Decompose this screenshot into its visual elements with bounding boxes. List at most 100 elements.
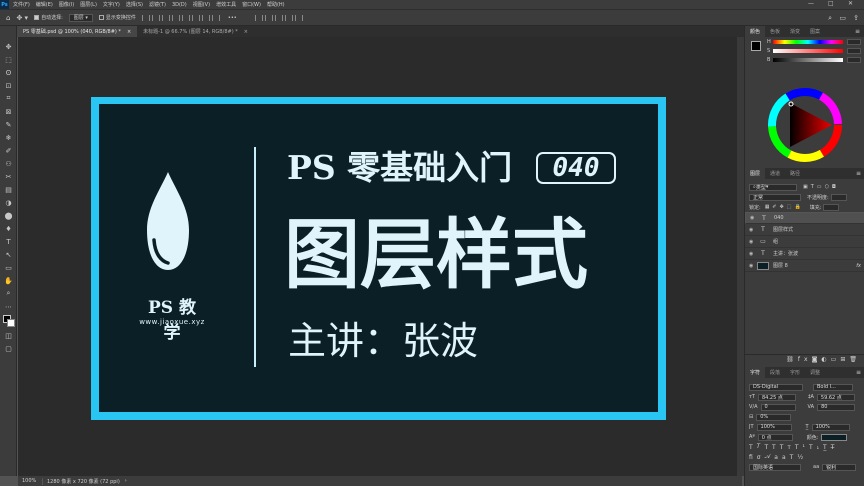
subscript-icon[interactable]: T₁ <box>809 444 823 451</box>
tool-eraser-icon[interactable]: ▤ <box>0 183 17 196</box>
share-icon[interactable]: ⇪ <box>853 14 859 22</box>
layer-row[interactable]: ◉ 图层 8 fx <box>745 260 864 272</box>
all-caps-icon[interactable]: TT <box>764 444 779 451</box>
anti-alias-dropdown[interactable]: 锐利 <box>822 463 857 471</box>
zoom-level[interactable]: 100% <box>22 478 38 484</box>
new-layer-icon[interactable]: ⊞ <box>840 356 849 363</box>
color-swatches[interactable] <box>0 313 16 329</box>
tab-gradients[interactable]: 渐变 <box>785 26 805 37</box>
status-menu-arrow-icon[interactable]: › <box>125 478 127 484</box>
move-tool-icon[interactable]: ✥ ▾ <box>16 14 28 22</box>
tool-eyedropper-icon[interactable]: ✎ <box>0 118 17 131</box>
align-top-icon[interactable] <box>171 14 180 21</box>
3d-mode-icon[interactable] <box>254 14 263 21</box>
panel-menu-icon[interactable]: ≡ <box>855 28 864 35</box>
distribute-icon[interactable] <box>201 14 210 21</box>
tab-paragraph[interactable]: 段落 <box>765 367 785 378</box>
panel-menu-icon[interactable]: ≡ <box>856 369 864 376</box>
text-color-swatch[interactable] <box>821 433 848 441</box>
layer-effects-icon[interactable]: fx <box>856 263 864 269</box>
tool-gradient-icon[interactable]: ◑ <box>0 196 17 209</box>
distribute-vertical-icon[interactable] <box>211 14 220 21</box>
tool-lasso-icon[interactable]: ʘ <box>0 66 17 79</box>
tool-stamp-icon[interactable]: ⚇ <box>0 157 17 170</box>
align-right-icon[interactable] <box>161 14 170 21</box>
close-tab-icon[interactable]: × <box>244 29 248 35</box>
tab-ps-document[interactable]: PS 零基础.psd @ 100% (040, RGB/8#) * × <box>17 26 138 37</box>
menu-edit[interactable]: 编辑(E) <box>36 1 53 8</box>
tab-patterns[interactable]: 图案 <box>805 26 825 37</box>
align-center-icon[interactable] <box>151 14 160 21</box>
tool-quick-select-icon[interactable]: ⊡ <box>0 79 17 92</box>
add-style-icon[interactable]: fx <box>798 356 812 363</box>
font-size-input[interactable]: 84.25 点 <box>757 393 796 401</box>
3d-slide-icon[interactable] <box>294 14 303 21</box>
layer-row[interactable]: ◉ T 主讲：张波 <box>745 248 864 260</box>
strikethrough-icon[interactable]: T̶ <box>831 444 839 451</box>
vertical-scale-input[interactable]: 100% <box>756 423 792 431</box>
tool-frame-icon[interactable]: ⊠ <box>0 105 17 118</box>
horizontal-scale-input[interactable]: 100% <box>811 423 850 431</box>
workspace-icon[interactable]: ▭ <box>839 14 846 22</box>
photoshop-logo[interactable]: Ps <box>0 0 9 9</box>
opacity-input[interactable] <box>830 193 847 201</box>
slider-saturation[interactable]: S <box>745 46 864 55</box>
menu-image[interactable]: 图像(I) <box>59 1 74 8</box>
tracking-input[interactable]: 80 <box>817 403 856 411</box>
visibility-eye-icon[interactable]: ◉ <box>749 227 757 233</box>
saturation-track[interactable] <box>773 48 843 53</box>
small-caps-icon[interactable]: Tᴛ <box>780 444 795 451</box>
menu-file[interactable]: 文件(F) <box>13 1 30 8</box>
tab-glyphs[interactable]: 字形 <box>785 367 805 378</box>
tab-channels[interactable]: 通道 <box>765 168 785 179</box>
tool-history-brush-icon[interactable]: ✂ <box>0 170 17 183</box>
color-wheel[interactable] <box>768 88 842 162</box>
tool-pen-icon[interactable]: ♦ <box>0 222 17 235</box>
menu-help[interactable]: 帮助(H) <box>267 1 285 8</box>
more-options-button[interactable]: ••• <box>228 15 237 21</box>
filter-kind-dropdown[interactable]: ⌕ 类型 ▾ <box>749 183 797 191</box>
menu-plugins[interactable]: 增效工具 <box>216 1 236 8</box>
slider-brightness[interactable]: B <box>745 55 864 64</box>
slider-hue[interactable]: H <box>745 37 864 46</box>
hue-track[interactable] <box>773 39 843 44</box>
tsume-input[interactable]: 0% <box>756 413 792 421</box>
3d-pan-icon[interactable] <box>284 14 293 21</box>
fraction-icon[interactable]: ½ <box>797 454 807 461</box>
tool-hand-icon[interactable]: ✋ <box>0 274 17 287</box>
panel-menu-icon[interactable]: ≡ <box>856 170 864 177</box>
faux-bold-icon[interactable]: T <box>749 444 757 451</box>
layer-row[interactable]: ◉ ▭ 组 <box>745 236 864 248</box>
search-icon[interactable]: ⌕ <box>828 14 832 23</box>
auto-select-dropdown[interactable]: 图层 ▾ <box>68 13 93 22</box>
tab-swatches[interactable]: 色板 <box>765 26 785 37</box>
add-mask-icon[interactable]: ◙ <box>812 356 822 363</box>
menu-layer[interactable]: 图层(L) <box>80 1 97 8</box>
filter-icons[interactable]: ▣T▭⬡◘ <box>803 184 839 190</box>
tool-marquee-icon[interactable]: ⬚ <box>0 53 17 66</box>
tool-healing-icon[interactable]: ❄ <box>0 131 17 144</box>
auto-select-checkbox[interactable]: 自动选择: <box>34 14 63 21</box>
saturation-value[interactable] <box>847 47 861 54</box>
new-group-icon[interactable]: ▭ <box>831 356 841 363</box>
ordinal-icon[interactable]: σ <box>757 454 765 461</box>
menu-view[interactable]: 视图(V) <box>193 1 210 8</box>
tab-untitled-document[interactable]: 未标题-1 @ 66.7% (图层 14, RGB/8#) * × <box>137 26 254 37</box>
delete-layer-icon[interactable]: 🗑 <box>849 356 861 363</box>
language-dropdown[interactable]: 国际英语 <box>749 463 801 471</box>
tool-more-icon[interactable]: ⋯ <box>0 300 17 313</box>
font-family-dropdown[interactable]: DS-Digital <box>749 383 803 391</box>
3d-roll-icon[interactable] <box>274 14 283 21</box>
visibility-eye-icon[interactable]: ◉ <box>749 263 757 269</box>
brightness-value[interactable] <box>847 56 861 63</box>
tool-zoom-icon[interactable]: ⌕ <box>0 287 17 300</box>
tab-character[interactable]: 字符 <box>745 367 766 378</box>
transform-controls-checkbox[interactable]: 显示变换控件 <box>98 14 136 21</box>
tool-crop-icon[interactable]: ⌗ <box>0 92 17 105</box>
background-color-swatch[interactable] <box>7 319 15 327</box>
fg-color-chip[interactable] <box>751 41 761 51</box>
tab-paths[interactable]: 路径 <box>785 168 805 179</box>
menu-select[interactable]: 选择(S) <box>126 1 143 8</box>
fill-input[interactable] <box>823 203 840 211</box>
lock-icons[interactable]: ▦✐✥⬚🔒 <box>765 204 804 210</box>
